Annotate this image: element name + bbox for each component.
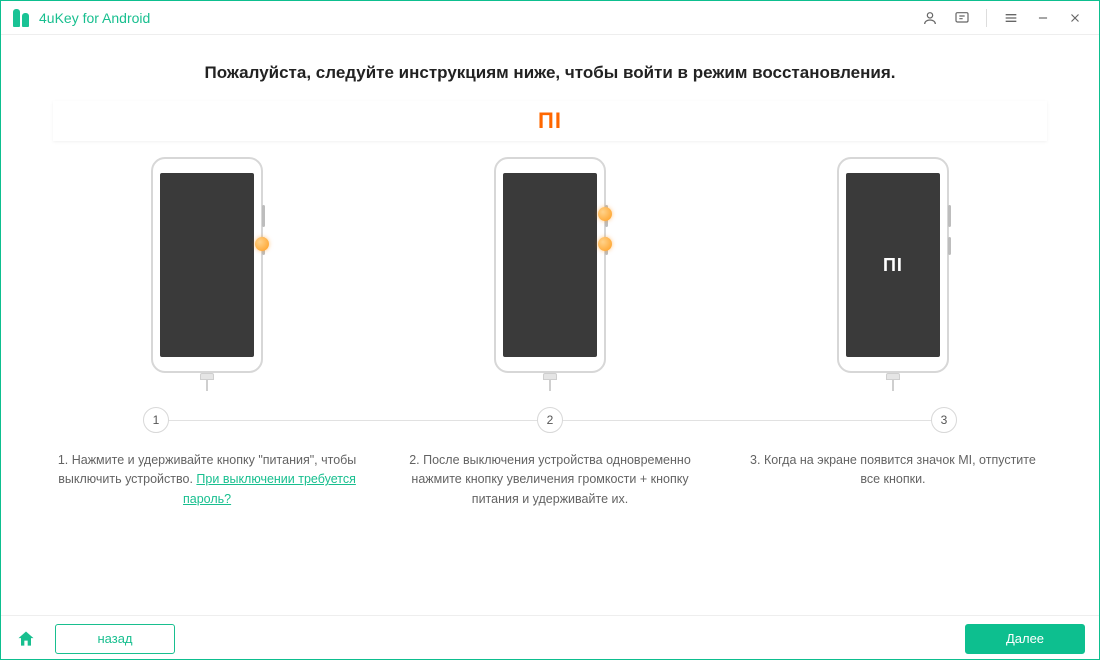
titlebar: 4uKey for Android	[1, 1, 1099, 35]
highlight-power-icon	[255, 237, 269, 251]
account-icon[interactable]	[916, 4, 944, 32]
main-content: Пожалуйста, следуйте инструкциям ниже, ч…	[1, 35, 1099, 615]
password-required-link[interactable]: При выключении требуется пароль?	[183, 472, 356, 505]
separator	[986, 9, 987, 27]
step-rail: 1 2 3	[53, 405, 1047, 435]
captions-row: 1. Нажмите и удерживайте кнопку "питания…	[53, 451, 1047, 509]
phone-illustration	[494, 157, 606, 373]
step-number-3: 3	[931, 407, 957, 433]
minimize-icon[interactable]	[1029, 4, 1057, 32]
power-button-icon	[948, 205, 951, 227]
step-3: ПI	[739, 157, 1047, 373]
mi-logo-icon: ПI	[538, 108, 562, 134]
highlight-volume-icon	[598, 237, 612, 251]
power-button-icon	[262, 205, 265, 227]
step-caption-1: 1. Нажмите и удерживайте кнопку "питания…	[53, 451, 361, 509]
step-caption-2: 2. После выключения устройства одновреме…	[396, 451, 704, 509]
footer: назад Далее	[1, 615, 1099, 661]
close-icon[interactable]	[1061, 4, 1089, 32]
mi-boot-logo-icon: ПI	[883, 255, 903, 276]
phone-illustration	[151, 157, 263, 373]
back-button[interactable]: назад	[55, 624, 175, 654]
volume-button-icon	[948, 237, 951, 255]
usb-cable-icon	[542, 373, 558, 391]
usb-cable-icon	[199, 373, 215, 391]
menu-icon[interactable]	[997, 4, 1025, 32]
usb-cable-icon	[885, 373, 901, 391]
app-logo-icon	[13, 9, 31, 27]
step-number-2: 2	[537, 407, 563, 433]
step-caption-3: 3. Когда на экране появится значок MI, о…	[739, 451, 1047, 509]
feedback-icon[interactable]	[948, 4, 976, 32]
step-2	[396, 157, 704, 373]
step-1	[53, 157, 361, 373]
brand-banner: ПI	[53, 101, 1047, 141]
highlight-power-icon	[598, 207, 612, 221]
next-button[interactable]: Далее	[965, 624, 1085, 654]
home-icon[interactable]	[15, 628, 37, 650]
steps-row: ПI	[53, 145, 1047, 373]
page-headline: Пожалуйста, следуйте инструкциям ниже, ч…	[53, 63, 1047, 83]
phone-illustration: ПI	[837, 157, 949, 373]
app-title: 4uKey for Android	[39, 10, 150, 26]
step-number-1: 1	[143, 407, 169, 433]
titlebar-buttons	[916, 4, 1089, 32]
